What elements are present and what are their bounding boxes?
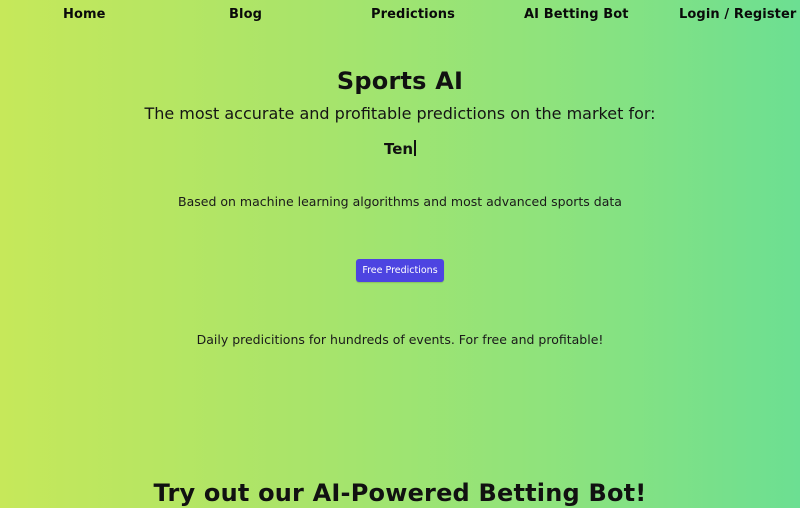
cta-container: Free Predictions <box>0 258 800 282</box>
hero-subtitle: The most accurate and profitable predict… <box>144 104 656 123</box>
text-cursor <box>414 140 417 156</box>
nav-link-ai-betting-bot[interactable]: AI Betting Bot <box>524 6 629 24</box>
betting-bot-heading: Try out our AI-Powered Betting Bot! <box>153 479 647 507</box>
nav-link-home[interactable]: Home <box>63 6 106 24</box>
nav-link-login-register[interactable]: Login / Register <box>679 6 796 24</box>
nav-link-predictions[interactable]: Predictions <box>371 6 455 24</box>
daily-predictions-text: Daily predicitions for hundreds of event… <box>196 332 604 347</box>
hero-basis-text: Based on machine learning algorithms and… <box>178 194 622 209</box>
page-title: Sports AI <box>336 67 464 95</box>
top-navigation: Home Blog Predictions AI Betting Bot Log… <box>0 6 800 26</box>
free-predictions-button[interactable]: Free Predictions <box>356 259 444 282</box>
typed-sport-text: Ten <box>0 139 800 159</box>
nav-link-blog[interactable]: Blog <box>229 6 262 24</box>
typed-sport-label: Ten <box>383 140 414 158</box>
